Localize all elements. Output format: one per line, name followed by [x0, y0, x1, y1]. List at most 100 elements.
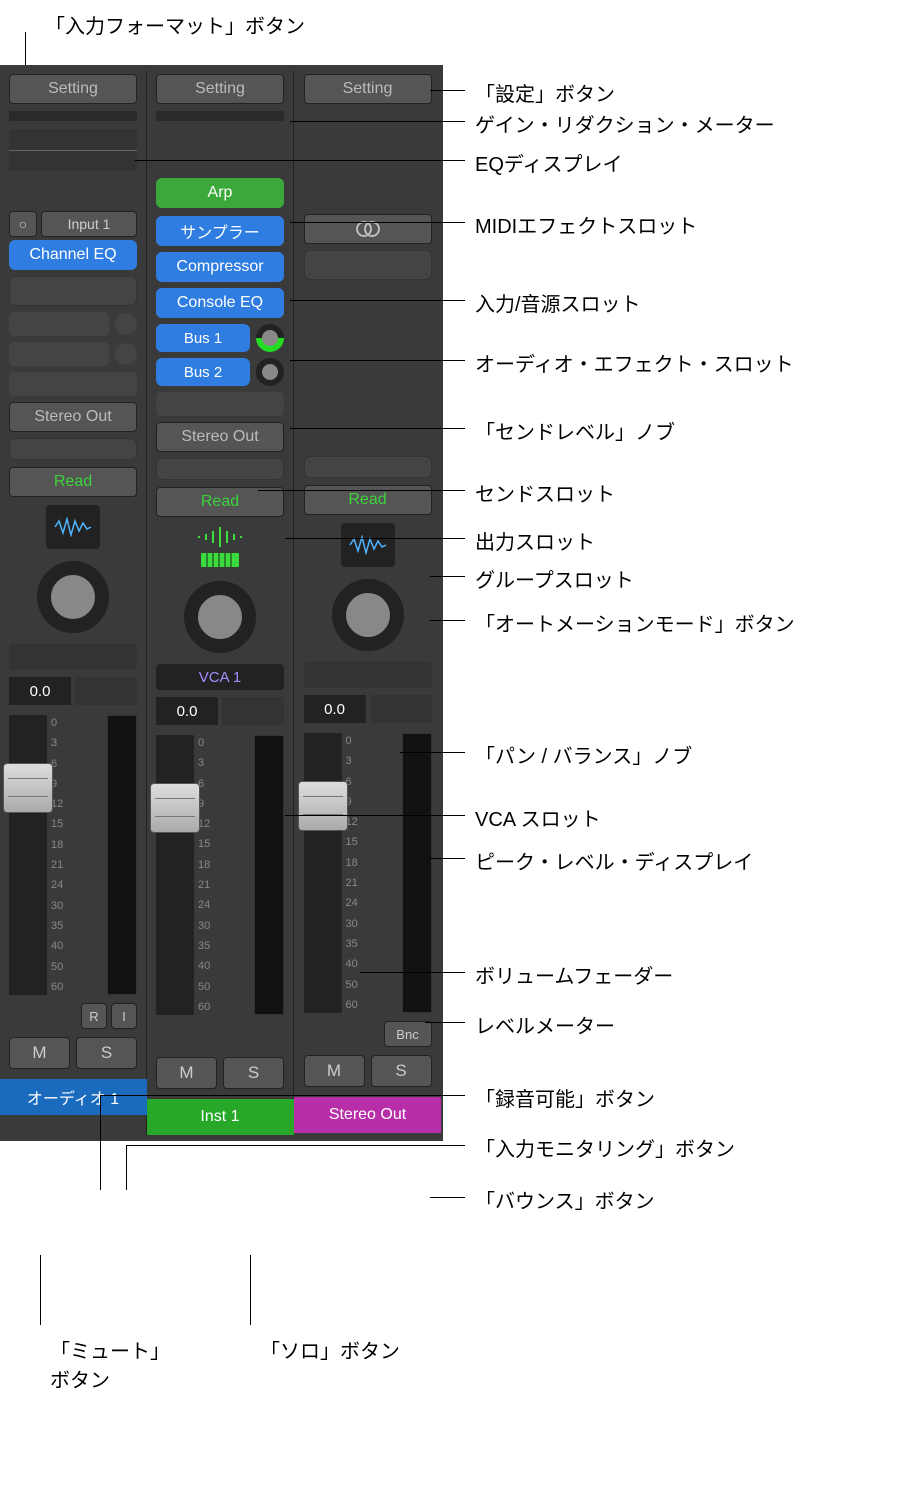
- send-slot[interactable]: Bus 1: [156, 324, 250, 352]
- peak-display-off: [75, 677, 137, 705]
- channel-strip-instrument: Setting Arp サンプラー Compressor Console EQ …: [147, 71, 294, 1135]
- solo-button[interactable]: S: [371, 1055, 432, 1087]
- send-slot[interactable]: Bus 2: [156, 358, 250, 386]
- audio-fx-slot-empty[interactable]: [304, 250, 432, 280]
- midi-fx-slot[interactable]: Arp: [156, 178, 284, 208]
- send-knob-empty: [115, 343, 137, 365]
- callout-setting: 「設定」ボタン: [475, 78, 615, 107]
- callout-record-enable: 「録音可能」ボタン: [475, 1083, 655, 1112]
- volume-fader[interactable]: [9, 715, 47, 995]
- send-slot-empty[interactable]: [9, 372, 137, 396]
- mixer-panel: Setting ○ Input 1 Channel EQ Stereo Out …: [0, 65, 443, 1141]
- callout-solo: 「ソロ」ボタン: [260, 1335, 400, 1364]
- fader-scale: 036912151821243035405060: [51, 715, 103, 995]
- output-slot[interactable]: Stereo Out: [156, 422, 284, 452]
- input-monitor-button[interactable]: I: [111, 1003, 137, 1029]
- gain-reduction-meter: [156, 111, 284, 121]
- instrument-slot[interactable]: サンプラー: [156, 216, 284, 246]
- input-slot[interactable]: Input 1: [41, 211, 137, 237]
- gain-reduction-meter: [9, 111, 137, 121]
- callout-eq-display: EQディスプレイ: [475, 148, 623, 177]
- peak-level-display[interactable]: 0.0: [156, 697, 218, 725]
- send-slot-empty[interactable]: [9, 342, 109, 366]
- output-slot[interactable]: Stereo Out: [9, 402, 137, 432]
- callout-volume-fader: ボリュームフェーダー: [475, 960, 673, 989]
- send-level-knob[interactable]: [250, 318, 290, 358]
- bounce-button[interactable]: Bnc: [384, 1021, 432, 1047]
- solo-button[interactable]: S: [223, 1057, 284, 1089]
- callout-vca: VCA スロット: [475, 803, 601, 832]
- callout-pan: 「パン / バランス」ノブ: [475, 740, 692, 769]
- automation-mode-button[interactable]: Read: [156, 487, 284, 517]
- callout-send-level: 「センドレベル」ノブ: [475, 416, 675, 445]
- callout-mute: 「ミュート」 ボタン: [50, 1335, 170, 1393]
- vca-slot[interactable]: VCA 1: [156, 664, 284, 690]
- callout-send-slot: センドスロット: [475, 478, 615, 507]
- callout-midi-fx: MIDIエフェクトスロット: [475, 210, 697, 239]
- eq-display[interactable]: [9, 129, 137, 171]
- peak-level-display[interactable]: 0.0: [304, 695, 366, 723]
- mute-button[interactable]: M: [156, 1057, 217, 1089]
- callout-group-slot: グループスロット: [475, 564, 634, 593]
- peak-display-off: [222, 697, 284, 725]
- channel-name[interactable]: Stereo Out: [294, 1097, 441, 1133]
- track-type-icon: [46, 501, 100, 553]
- send-slot-empty[interactable]: [156, 392, 284, 416]
- waveform-icon: [53, 517, 93, 537]
- audio-fx-slot[interactable]: Console EQ: [156, 288, 284, 318]
- vca-slot-empty[interactable]: [304, 662, 432, 688]
- record-enable-button[interactable]: R: [81, 1003, 107, 1029]
- send-knob-empty: [115, 313, 137, 335]
- pan-knob[interactable]: [37, 561, 109, 633]
- channel-strip-audio: Setting ○ Input 1 Channel EQ Stereo Out …: [0, 71, 147, 1135]
- track-type-icon: [195, 521, 245, 573]
- callout-input-instrument: 入力/音源スロット: [475, 288, 641, 317]
- audio-fx-slot[interactable]: Channel EQ: [9, 240, 137, 270]
- track-type-icon: [341, 519, 395, 571]
- vca-slot-empty[interactable]: [9, 644, 137, 670]
- callout-bounce: 「バウンス」ボタン: [475, 1185, 655, 1214]
- setting-button[interactable]: Setting: [304, 74, 432, 104]
- fader-scale: 036912151821243035405060: [198, 735, 250, 1015]
- setting-button[interactable]: Setting: [156, 74, 284, 104]
- send-level-knob[interactable]: [256, 358, 284, 386]
- volume-fader[interactable]: [156, 735, 194, 1015]
- mute-button[interactable]: M: [304, 1055, 365, 1087]
- gain-reduction-empty: [304, 111, 432, 121]
- audio-fx-slot-empty[interactable]: [9, 276, 137, 306]
- mute-button[interactable]: M: [9, 1037, 70, 1069]
- callout-input-monitor: 「入力モニタリング」ボタン: [475, 1133, 735, 1162]
- eq-display-empty[interactable]: [304, 129, 432, 171]
- group-slot[interactable]: [9, 438, 137, 460]
- automation-mode-button[interactable]: Read: [9, 467, 137, 497]
- callout-level-meter: レベルメーター: [475, 1010, 615, 1039]
- stereo-icon-slot[interactable]: [304, 214, 432, 244]
- fader-scale: 036912151821243035405060: [346, 733, 398, 1013]
- callout-input-format: 「入力フォーマット」ボタン: [45, 10, 305, 39]
- channel-name[interactable]: オーディオ 1: [0, 1079, 147, 1115]
- solo-button[interactable]: S: [76, 1037, 137, 1069]
- send-slot-empty[interactable]: [9, 312, 109, 336]
- volume-fader[interactable]: [304, 733, 342, 1013]
- group-slot[interactable]: [156, 458, 284, 480]
- peak-display-off: [370, 695, 432, 723]
- level-meter: [254, 735, 284, 1015]
- callout-gain-reduction: ゲイン・リダクション・メーター: [475, 109, 775, 138]
- pan-knob[interactable]: [184, 581, 256, 653]
- instrument-icon: [195, 525, 245, 569]
- level-meter: [107, 715, 137, 995]
- channel-strip-output: Setting Read 0.0 036912: [294, 71, 441, 1135]
- input-format-button[interactable]: ○: [9, 211, 37, 237]
- setting-button[interactable]: Setting: [9, 74, 137, 104]
- audio-fx-slot[interactable]: Compressor: [156, 252, 284, 282]
- channel-name[interactable]: Inst 1: [147, 1099, 294, 1135]
- peak-level-display[interactable]: 0.0: [9, 677, 71, 705]
- callout-output-slot: 出力スロット: [475, 526, 595, 555]
- level-meter: [402, 733, 432, 1013]
- group-slot[interactable]: [304, 456, 432, 478]
- pan-knob[interactable]: [332, 579, 404, 651]
- callout-peak-level: ピーク・レベル・ディスプレイ: [475, 846, 753, 875]
- callout-audio-fx: オーディオ・エフェクト・スロット: [475, 348, 794, 377]
- callout-automation-mode: 「オートメーションモード」ボタン: [475, 608, 795, 637]
- eq-display-empty[interactable]: [156, 129, 284, 171]
